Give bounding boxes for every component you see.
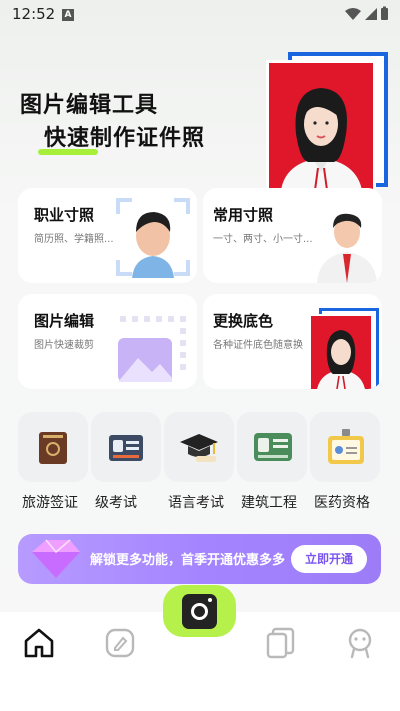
card-subtitle: 简历照、学籍照... [34,234,114,245]
card-title: 图片编辑 [34,312,95,330]
crop-image-icon [118,316,186,382]
card-title: 职业寸照 [34,206,95,224]
hero-underline [38,149,98,155]
badge-icon [328,429,364,464]
diamond-icon [32,539,80,578]
category-label: 医药资格 [314,495,370,511]
category-medical[interactable] [310,412,380,482]
card-subtitle: 图片快速裁剪 [34,340,94,351]
status-bar: 12:52 A [0,0,400,30]
card-common-photo[interactable]: 常用寸照 一寸、两寸、小一寸... [203,188,382,283]
category-construction[interactable] [237,412,307,482]
nav-edit[interactable] [103,626,137,660]
profile-icon [348,628,372,659]
card-title: 常用寸照 [213,206,274,224]
signal-icon [365,8,377,20]
home-icon [24,628,54,658]
edit-icon [105,628,135,658]
hero-title: 图片编辑工具 [20,93,159,118]
card-subtitle: 一寸、两寸、小一寸... [213,234,313,245]
id-card-icon [109,435,143,461]
card-subtitle: 各种证件底色随意换 [213,340,303,351]
camera-icon [182,594,217,629]
hero-id-photo [266,50,390,191]
category-level-exam[interactable] [91,412,161,482]
graduation-cap-icon [180,434,218,462]
face-scan-icon [116,198,190,278]
card-image-edit[interactable]: 图片编辑 图片快速裁剪 [18,294,197,389]
category-label: 语言考试 [168,495,224,511]
category-label: 建筑工程 [241,495,297,511]
passport-icon [39,432,67,464]
notification-icon: A [62,9,74,21]
category-label: 旅游签证 [22,495,78,511]
category-language-exam[interactable] [164,412,234,482]
category-label: 级考试 [95,495,137,511]
banner-text: 解锁更多功能，首季开通优惠多多 [90,553,286,568]
card-change-background[interactable]: 更换底色 各种证件底色随意换 [203,294,382,389]
nav-home[interactable] [22,626,56,660]
card-title: 更换底色 [213,312,274,330]
nav-photos[interactable] [264,626,298,660]
license-card-icon [254,433,292,461]
wifi-icon [345,8,361,20]
photos-icon [266,627,295,659]
status-icons [345,6,388,20]
status-time: 12:52 [12,5,56,23]
nav-profile[interactable] [343,626,377,660]
card-professional-photo[interactable]: 职业寸照 简历照、学籍照... [18,188,197,283]
battery-icon [381,8,388,20]
category-travel-visa[interactable] [18,412,88,482]
businessman-icon [317,213,377,283]
hero-subtitle: 快速制作证件照 [44,126,206,151]
activate-button[interactable]: 立即开通 [291,545,367,573]
background-swap-photo [309,308,379,389]
promo-banner[interactable]: 解锁更多功能，首季开通优惠多多 立即开通 [18,534,381,584]
camera-button[interactable] [163,585,236,637]
